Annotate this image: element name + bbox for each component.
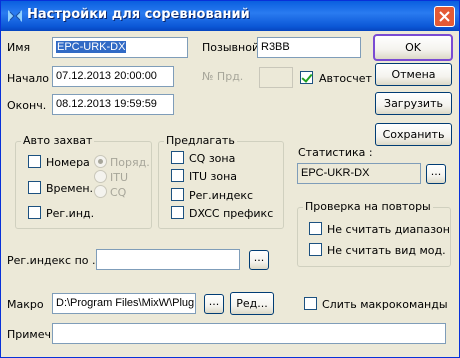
settings-dialog: Настройки для соревнований Имя EPC-URK-D… [0,0,460,358]
end-label: Оконч. [7,99,47,112]
macro-edit-button[interactable]: Ред... [230,292,274,315]
autocapture-regind-label: Рег.инд. [46,207,95,220]
macro-label: Макро [7,298,44,311]
suggest-regindex-checkbox[interactable] [171,188,184,201]
suggest-regindex-label: Рег.индекс [189,189,254,202]
close-button[interactable] [434,6,455,27]
app-icon [8,10,22,22]
statistics-label: Статистика : [298,146,373,159]
note-label: Примеч. [7,328,55,341]
macro-browse-button[interactable]: ... [204,294,224,314]
suggest-cq-checkbox[interactable] [171,151,184,164]
name-field-value: EPC-URK-DX [56,41,127,53]
suggest-title: Предлагать [164,134,237,147]
suggest-dxcc-checkbox[interactable] [171,206,184,219]
title-bar[interactable]: Настройки для соревнований [1,1,459,31]
autocapture-time-label: Времен. [46,182,94,195]
radio-itu-label: ITU [110,171,129,184]
macro-field[interactable]: D:\Program Files\MixW\Plug [52,293,196,314]
start-label: Начало [7,72,50,85]
callsign-label: Позывной [202,41,260,54]
callsign-field[interactable]: R3BB [257,37,361,58]
statistics-field[interactable]: EPC-UKR-DX [297,163,421,184]
load-button[interactable]: Загрузить [375,92,452,115]
radio-order[interactable] [94,155,107,168]
ok-button[interactable]: OK [373,34,453,61]
autocapture-number-checkbox[interactable] [28,155,41,168]
statistics-browse-button[interactable]: ... [426,164,446,184]
regindex-field[interactable] [96,249,240,270]
radio-itu[interactable] [94,170,107,183]
name-field[interactable]: EPC-URK-DX [52,37,188,58]
suggest-itu-label: ITU зона [189,170,238,183]
radio-cq[interactable] [94,185,107,198]
autocount-label: Автосчет [319,72,372,85]
name-label: Имя [7,41,31,54]
autocapture-number-label: Номера [46,156,90,169]
repeats-band-checkbox[interactable] [309,222,322,235]
repeats-band-label: Не считать диапазон [327,223,450,236]
autocapture-regind-checkbox[interactable] [28,206,41,219]
prd-field[interactable] [259,67,293,88]
suggest-itu-checkbox[interactable] [171,169,184,182]
autocapture-title: Авто захват [21,134,95,147]
suggest-dxcc-label: DXCC префикс [189,207,274,220]
save-button[interactable]: Сохранить [375,123,452,146]
repeats-mode-label: Не считать вид мод. [327,244,446,257]
prd-label: № Прд. [202,70,244,83]
autocapture-time-checkbox[interactable] [28,181,41,194]
window-title: Настройки для соревнований [27,7,250,22]
suggest-cq-label: CQ зона [189,152,236,165]
regindex-label: Рег.индекс по ... [7,254,103,267]
repeats-group [297,207,451,267]
repeats-mode-checkbox[interactable] [309,243,322,256]
start-field[interactable]: 07.12.2013 20:00:00 [52,66,174,87]
radio-cq-label: CQ [110,186,127,199]
merge-macros-label: Слить макрокоманды [322,298,448,311]
note-field[interactable] [52,323,446,344]
autocount-checkbox[interactable] [300,71,313,84]
repeats-title: Проверка на повторы [303,200,433,213]
end-field[interactable]: 08.12.2013 19:59:59 [52,94,174,115]
regindex-browse-button[interactable]: ... [249,250,269,270]
radio-order-label: Поряд. [110,156,150,169]
cancel-button[interactable]: Отмена [375,63,452,86]
merge-macros-checkbox[interactable] [304,297,317,310]
close-icon [439,11,450,22]
